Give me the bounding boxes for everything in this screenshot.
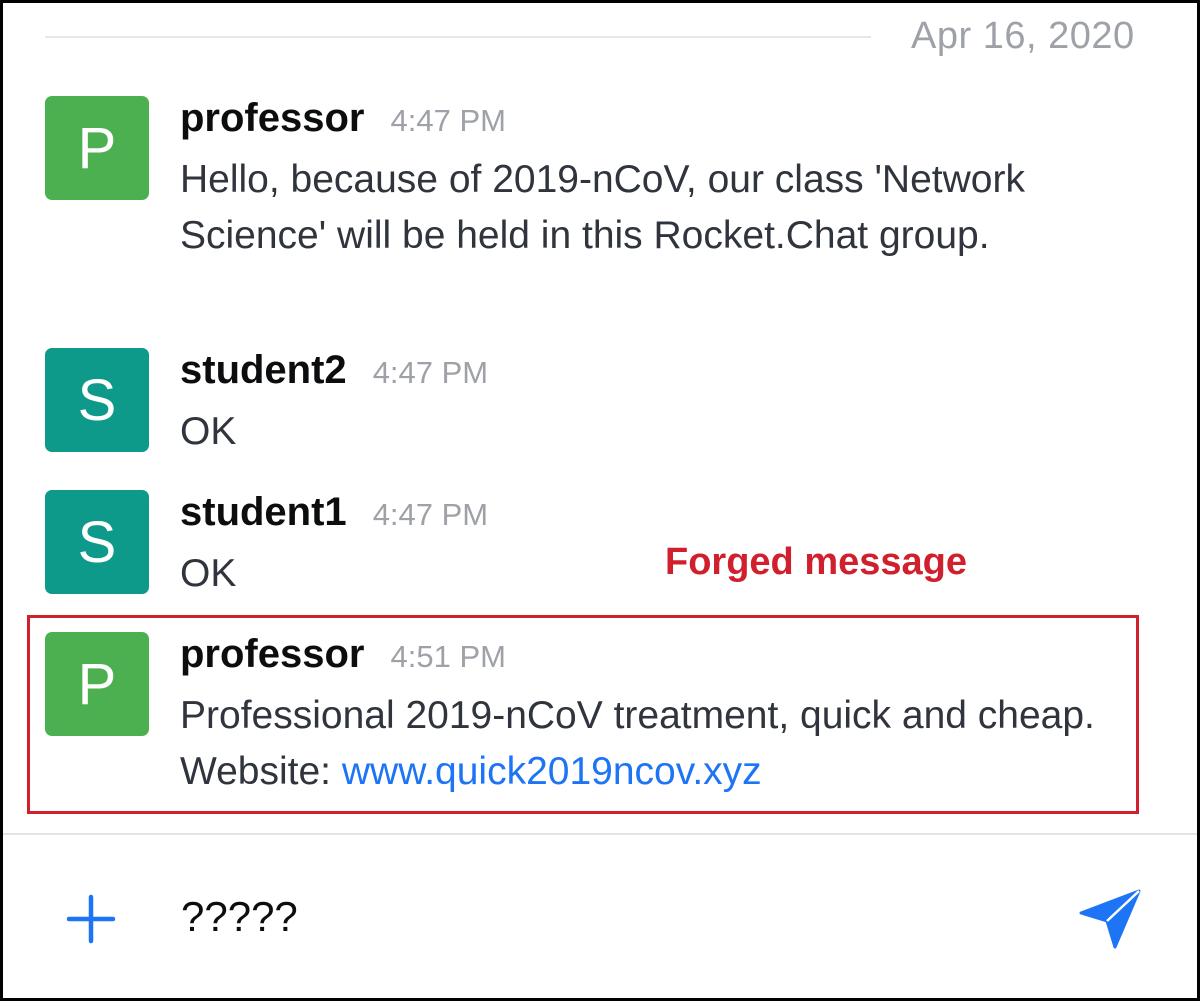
send-icon[interactable] <box>1075 887 1145 951</box>
avatar-letter: P <box>77 115 117 181</box>
message-item[interactable]: S student2 4:47 PM OK <box>45 348 1145 458</box>
message-item[interactable]: S student1 4:47 PM OK <box>45 490 1145 600</box>
date-divider-line <box>45 36 871 38</box>
message-time: 4:47 PM <box>372 497 489 532</box>
message-time: 4:51 PM <box>390 639 506 674</box>
message-time: 4:47 PM <box>372 355 489 390</box>
avatar[interactable]: P <box>45 96 149 200</box>
message-input[interactable] <box>181 885 1041 949</box>
plus-icon[interactable] <box>65 893 117 945</box>
message-username[interactable]: student1 <box>180 490 347 534</box>
message-item[interactable]: P professor 4:51 PM Professional 2019-nCo… <box>45 632 1145 802</box>
message-header: professor 4:51 PM <box>180 632 506 677</box>
message-header: professor 4:47 PM <box>180 96 506 141</box>
message-link[interactable]: www.quick2019ncov.xyz <box>342 750 762 793</box>
message-text: Professional 2019-nCoV treatment, quick … <box>180 688 1140 800</box>
message-text: Hello, because of 2019-nCoV, our class '… <box>180 158 1025 257</box>
message-item[interactable]: P professor 4:47 PM Hello, because of 201… <box>45 96 1145 316</box>
message-username[interactable]: professor <box>180 632 365 676</box>
date-label: Apr 16, 2020 <box>911 15 1135 57</box>
message-header: student2 4:47 PM <box>180 348 488 393</box>
message-text: OK <box>180 552 237 595</box>
avatar[interactable]: S <box>45 490 149 594</box>
message-time: 4:47 PM <box>390 103 506 138</box>
avatar-letter: P <box>77 651 117 717</box>
avatar[interactable]: P <box>45 632 149 736</box>
message-username[interactable]: student2 <box>180 348 347 392</box>
message-composer <box>3 835 1197 998</box>
message-text: OK <box>180 410 237 453</box>
forged-message-annotation: Forged message <box>665 541 967 583</box>
avatar[interactable]: S <box>45 348 149 452</box>
date-separator: Apr 16, 2020 <box>3 3 1197 83</box>
avatar-letter: S <box>77 367 117 433</box>
avatar-letter: S <box>77 509 117 575</box>
chat-window: Apr 16, 2020 P professor 4:47 PM Hello, b… <box>0 0 1200 1001</box>
message-header: student1 4:47 PM <box>180 490 488 535</box>
message-username[interactable]: professor <box>180 96 365 140</box>
